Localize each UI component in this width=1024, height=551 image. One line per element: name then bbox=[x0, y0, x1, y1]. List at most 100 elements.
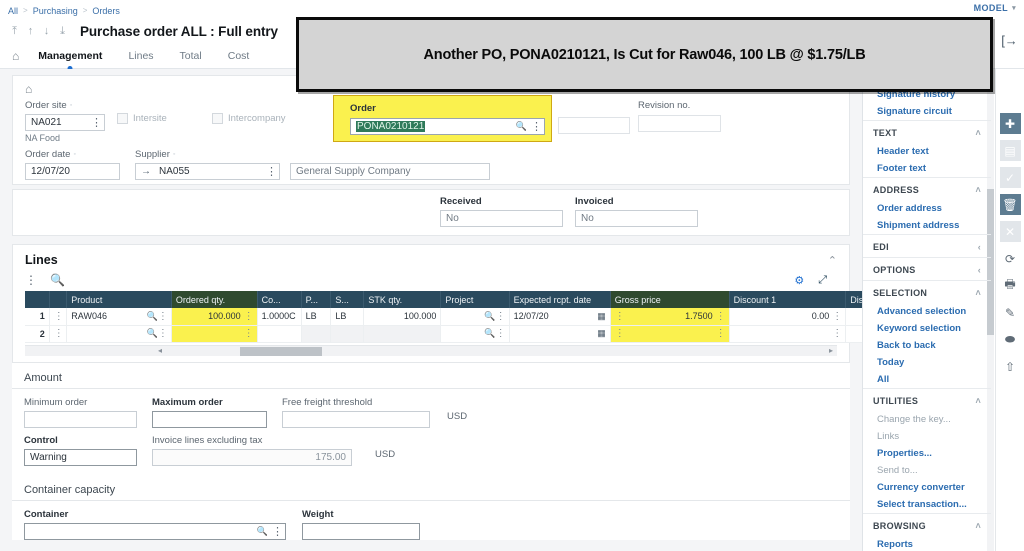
sidebar-group-edi[interactable]: EDI ‹ bbox=[863, 234, 991, 257]
checkbox-box[interactable] bbox=[117, 113, 128, 124]
order-date-input[interactable]: 12/07/20 bbox=[25, 163, 120, 180]
grid-horizontal-scrollbar[interactable]: ◂ ▸ bbox=[25, 344, 837, 356]
sidebar-group-utilities[interactable]: UTILITIES ˄ bbox=[863, 388, 991, 411]
breadcrumb-item-all[interactable]: All bbox=[8, 6, 18, 16]
tab-lines[interactable]: Lines bbox=[115, 44, 166, 69]
kebab-menu-icon[interactable]: ⋮ bbox=[832, 328, 842, 339]
chevron-up-icon[interactable]: ˄ bbox=[975, 521, 981, 531]
kebab-menu-icon[interactable]: ⋮ bbox=[25, 273, 37, 287]
minimum-order-input[interactable] bbox=[24, 410, 137, 428]
kebab-menu-icon[interactable]: ⋮ bbox=[615, 328, 625, 339]
sidebar-item-all[interactable]: All bbox=[863, 371, 991, 388]
settings-icon[interactable]: ⚙ bbox=[794, 274, 804, 287]
search-icon[interactable]: 🔍 bbox=[147, 311, 158, 321]
chevron-up-icon[interactable]: ˄ bbox=[975, 128, 981, 138]
tab-home-icon[interactable]: ⌂ bbox=[10, 44, 25, 69]
breadcrumb-item-purchasing[interactable]: Purchasing bbox=[33, 6, 78, 16]
cell-stock-unit[interactable]: LB bbox=[330, 308, 365, 326]
kebab-menu-icon[interactable]: ⋮ bbox=[832, 311, 842, 322]
supplier-input[interactable]: → NA055 ⋮ bbox=[135, 163, 280, 180]
sidebar-item-today[interactable]: Today bbox=[863, 354, 991, 371]
cell-discount-2[interactable]: 0.00⋮ bbox=[845, 308, 862, 326]
kebab-menu-icon[interactable]: ⋮ bbox=[716, 311, 726, 322]
col-conversion[interactable]: Co... bbox=[257, 291, 302, 308]
sidebar-item-links[interactable]: Links bbox=[863, 428, 991, 445]
search-icon[interactable]: 🔍 bbox=[147, 328, 158, 338]
sidebar-group-text[interactable]: TEXT ˄ bbox=[863, 120, 991, 143]
received-input[interactable]: No bbox=[440, 210, 563, 227]
cell-stock-unit[interactable] bbox=[330, 325, 365, 343]
sidebar-item-order-address[interactable]: Order address bbox=[863, 200, 991, 217]
comment-icon[interactable]: ⬬ bbox=[1000, 329, 1021, 350]
sidebar-item-properties[interactable]: Properties... bbox=[863, 445, 991, 462]
refresh-icon[interactable]: ⟳ bbox=[1000, 248, 1021, 269]
trash-icon[interactable]: 🗑 bbox=[999, 194, 1021, 215]
sidebar-item-advanced-selection[interactable]: Advanced selection bbox=[863, 303, 991, 320]
sidebar-group-browsing[interactable]: BROWSING ˄ bbox=[863, 513, 991, 536]
col-product[interactable]: Product bbox=[66, 291, 172, 308]
cell-discount-1[interactable]: ⋮ bbox=[729, 325, 847, 343]
cell-product[interactable]: 🔍⋮ bbox=[66, 325, 172, 343]
revision-no-input[interactable] bbox=[638, 115, 721, 132]
container-input[interactable]: 🔍 ⋮ bbox=[24, 522, 286, 540]
col-discount-1[interactable]: Discount 1 bbox=[729, 291, 847, 308]
col-discount-2[interactable]: Discount 2 bbox=[845, 291, 862, 308]
cell-rowmenu[interactable]: ⋮ bbox=[49, 325, 68, 343]
cell-project[interactable]: 🔍⋮ bbox=[440, 308, 510, 326]
chevron-left-icon[interactable]: ‹ bbox=[978, 242, 981, 252]
tab-total[interactable]: Total bbox=[167, 44, 215, 69]
sidebar-item-shipment-address[interactable]: Shipment address bbox=[863, 217, 991, 234]
col-project[interactable]: Project bbox=[440, 291, 510, 308]
sidebar-group-options[interactable]: OPTIONS ‹ bbox=[863, 257, 991, 280]
cell-expected-rcpt-date[interactable]: 12/07/20 ▦ bbox=[509, 308, 611, 326]
lines-table[interactable]: Product Ordered qty. Co... P... S... STK… bbox=[25, 291, 862, 343]
checkbox-box[interactable] bbox=[212, 113, 223, 124]
kebab-menu-icon[interactable]: ⋮ bbox=[158, 311, 168, 322]
scroll-right-arrow-icon[interactable]: ▸ bbox=[829, 346, 833, 355]
cell-purchase-unit[interactable]: LB bbox=[301, 308, 332, 326]
cell-expected-rcpt-date[interactable]: ▦ bbox=[509, 325, 611, 343]
cell-product[interactable]: RAW046 🔍⋮ bbox=[66, 308, 172, 326]
search-icon[interactable]: 🔍 bbox=[257, 526, 268, 537]
expand-icon[interactable]: ⤢ bbox=[818, 274, 837, 287]
col-gross-price[interactable]: Gross price bbox=[610, 291, 730, 308]
chevron-up-icon[interactable]: ˄ bbox=[975, 288, 981, 298]
cell-project[interactable]: 🔍⋮ bbox=[440, 325, 510, 343]
sidebar-item-currency-converter[interactable]: Currency converter bbox=[863, 479, 991, 496]
print-icon[interactable]: 🖶 bbox=[1000, 275, 1021, 296]
sidebar-item-back-to-back[interactable]: Back to back bbox=[863, 337, 991, 354]
logout-icon[interactable]: [→ bbox=[995, 18, 1024, 62]
kebab-menu-icon[interactable]: ⋮ bbox=[716, 328, 726, 339]
chevron-up-icon[interactable]: ˄ bbox=[975, 185, 981, 195]
next-record-arrow-icon[interactable]: ↓ bbox=[40, 23, 53, 39]
sidebar-item-header-text[interactable]: Header text bbox=[863, 143, 991, 160]
sidebar-item-select-transaction[interactable]: Select transaction... bbox=[863, 496, 991, 513]
calendar-icon[interactable]: ▦ bbox=[597, 311, 606, 322]
sidebar-item-keyword-selection[interactable]: Keyword selection bbox=[863, 320, 991, 337]
cell-gross-price[interactable]: ⋮ 1.7500 ⋮ bbox=[610, 308, 730, 326]
sidebar-item-reports[interactable]: Reports bbox=[863, 536, 991, 551]
order-site-input[interactable]: NA021 ⋮ bbox=[25, 114, 105, 131]
checkbox-intercompany[interactable]: Intercompany bbox=[212, 100, 342, 124]
cell-conversion[interactable]: 1.0000C bbox=[257, 308, 302, 326]
kebab-menu-icon[interactable]: ⋮ bbox=[496, 328, 506, 339]
attachment-icon[interactable]: ✎ bbox=[1000, 302, 1021, 323]
cell-gross-price[interactable]: ⋮ ⋮ bbox=[610, 325, 730, 343]
col-expected-rcpt-date[interactable]: Expected rcpt. date bbox=[509, 291, 611, 308]
table-row[interactable]: 1 ⋮ RAW046 🔍⋮ 100.000 ⋮ 1.0000C LB LB 10… bbox=[25, 308, 862, 326]
model-selector[interactable]: MODEL ▾ bbox=[974, 3, 1016, 13]
sidebar-item-signature-circuit[interactable]: Signature circuit bbox=[863, 103, 991, 120]
invoice-lines-input[interactable]: 175.00 bbox=[152, 448, 352, 466]
last-record-arrow-icon[interactable]: ⤓ bbox=[56, 23, 69, 39]
col-stk-qty[interactable]: STK qty. bbox=[363, 291, 442, 308]
kebab-menu-icon[interactable]: ⋮ bbox=[615, 311, 625, 322]
search-icon[interactable]: 🔍 bbox=[516, 121, 527, 132]
kebab-menu-icon[interactable]: ⋮ bbox=[496, 311, 506, 322]
search-icon[interactable]: 🔍 bbox=[484, 328, 495, 338]
free-freight-threshold-input[interactable] bbox=[282, 410, 430, 428]
kebab-menu-icon[interactable]: ⋮ bbox=[158, 328, 168, 339]
cell-ordered-qty[interactable]: ⋮ bbox=[171, 325, 258, 343]
order-extra-input[interactable] bbox=[558, 117, 630, 134]
cell-rowmenu[interactable]: ⋮ bbox=[49, 308, 68, 326]
collapse-chevron-icon[interactable]: ⌃ bbox=[828, 254, 837, 267]
